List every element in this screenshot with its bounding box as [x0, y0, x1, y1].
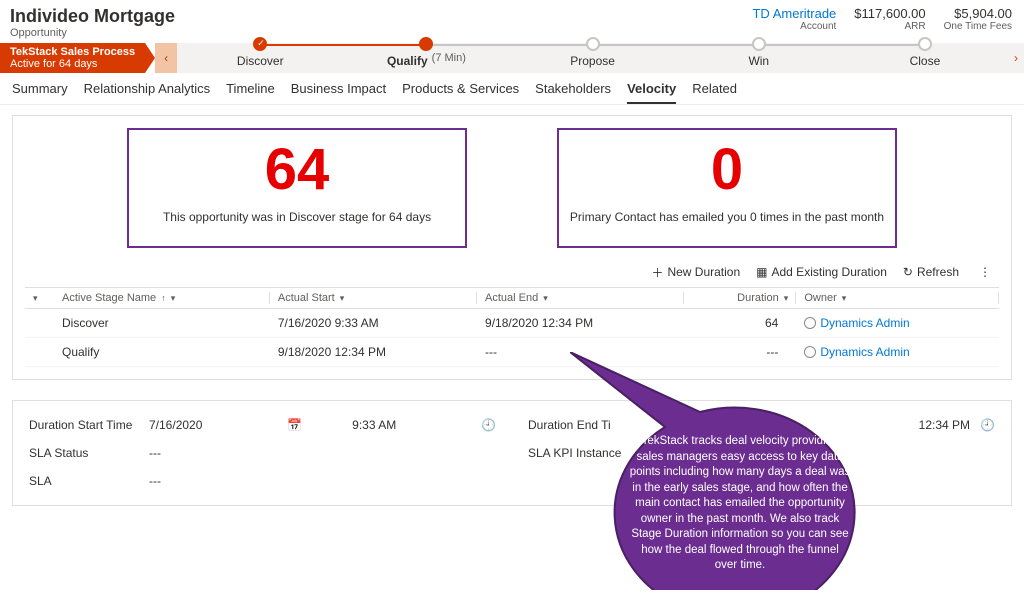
- cell-stage: Qualify: [54, 337, 270, 366]
- tab-content: 64 This opportunity was in Discover stag…: [0, 105, 1024, 516]
- chevron-down-icon: ▾: [33, 293, 38, 303]
- user-circle-icon: [804, 346, 816, 358]
- tab-business-impact[interactable]: Business Impact: [291, 81, 386, 104]
- grid-toolbar: ＋ New Duration ▦ Add Existing Duration ↻…: [25, 260, 999, 287]
- velocity-panel: 64 This opportunity was in Discover stag…: [12, 115, 1012, 380]
- col-owner[interactable]: Owner ▾: [796, 287, 999, 308]
- field-duration-end-time[interactable]: Duration End Ti 12:34 PM 🕘: [528, 411, 995, 439]
- tab-stakeholders[interactable]: Stakeholders: [535, 81, 611, 104]
- stage-propose[interactable]: Propose: [510, 43, 676, 73]
- col-select[interactable]: ▾: [25, 287, 54, 308]
- cell-end: 9/18/2020 12:34 PM: [477, 308, 684, 337]
- sort-asc-icon: ↑: [161, 293, 166, 303]
- link-icon: ▦: [756, 265, 767, 279]
- stage-discover[interactable]: Discover: [177, 43, 343, 73]
- kpi-onetime: $5,904.00 One Time Fees: [944, 6, 1012, 32]
- stage-dot-icon: [918, 37, 932, 51]
- field-sla-kpi-instance[interactable]: SLA KPI Instance: [528, 439, 995, 467]
- clock-icon[interactable]: 🕘: [481, 418, 496, 432]
- bpf-collapse-button[interactable]: ‹: [155, 43, 177, 73]
- chevron-down-icon: ▾: [171, 293, 176, 303]
- table-row[interactable]: Qualify 9/18/2020 12:34 PM --- --- Dynam…: [25, 337, 999, 366]
- tab-timeline[interactable]: Timeline: [226, 81, 275, 104]
- chevron-right-icon: ›: [1014, 51, 1018, 65]
- cell-duration: ---: [684, 337, 796, 366]
- stage-qualify[interactable]: Qualify (7 Min): [343, 43, 509, 73]
- form-col-right: Duration End Ti 12:34 PM 🕘 SLA KPI Insta…: [512, 401, 1011, 505]
- card-value: 64: [137, 138, 457, 202]
- chevron-down-icon: ▾: [784, 293, 789, 303]
- cell-end: ---: [477, 337, 684, 366]
- kpi-account[interactable]: TD Ameritrade Account: [752, 6, 836, 32]
- col-duration[interactable]: Duration ▾: [684, 287, 796, 308]
- refresh-button[interactable]: ↻ Refresh: [903, 265, 959, 279]
- tab-related[interactable]: Related: [692, 81, 737, 104]
- grid-more-button[interactable]: ⋮: [975, 265, 995, 279]
- bpf-stages: Discover Qualify (7 Min) Propose Win Clo…: [177, 43, 1008, 73]
- form-tabs: Summary Relationship Analytics Timeline …: [0, 73, 1024, 105]
- add-existing-duration-button[interactable]: ▦ Add Existing Duration: [756, 265, 887, 279]
- cell-owner[interactable]: Dynamics Admin: [796, 337, 999, 366]
- card-contact-emails: 0 Primary Contact has emailed you 0 time…: [557, 128, 897, 248]
- cell-start: 7/16/2020 9:33 AM: [270, 308, 477, 337]
- field-duration-start-time[interactable]: Duration Start Time 7/16/2020 📅 9:33 AM …: [29, 411, 496, 439]
- record-title: Individeo Mortgage: [10, 6, 175, 27]
- bpf-progress-line: [260, 44, 426, 46]
- more-vertical-icon: ⋮: [979, 265, 991, 279]
- bpf-next-button[interactable]: ›: [1008, 43, 1024, 73]
- col-actual-start[interactable]: Actual Start ▾: [270, 287, 477, 308]
- field-sla-status[interactable]: SLA Status ---: [29, 439, 496, 467]
- refresh-icon: ↻: [903, 265, 913, 279]
- duration-form: Duration Start Time 7/16/2020 📅 9:33 AM …: [12, 400, 1012, 506]
- plus-icon: ＋: [651, 264, 663, 281]
- col-actual-end[interactable]: Actual End ▾: [477, 287, 684, 308]
- form-col-left: Duration Start Time 7/16/2020 📅 9:33 AM …: [13, 401, 512, 505]
- chevron-down-icon: ▾: [543, 293, 548, 303]
- kpi-arr: $117,600.00 ARR: [854, 6, 925, 32]
- card-days-in-discover: 64 This opportunity was in Discover stag…: [127, 128, 467, 248]
- stage-close[interactable]: Close: [842, 43, 1008, 73]
- business-process-flow: TekStack Sales Process Active for 64 day…: [0, 43, 1024, 73]
- stage-dot-icon: [752, 37, 766, 51]
- card-caption: This opportunity was in Discover stage f…: [137, 210, 457, 224]
- chevron-down-icon: ▾: [340, 293, 345, 303]
- tab-summary[interactable]: Summary: [12, 81, 68, 104]
- cell-owner[interactable]: Dynamics Admin: [796, 308, 999, 337]
- new-duration-button[interactable]: ＋ New Duration: [651, 264, 740, 281]
- stage-dot-icon: [586, 37, 600, 51]
- calendar-icon[interactable]: 📅: [287, 418, 302, 432]
- stage-win[interactable]: Win: [676, 43, 842, 73]
- velocity-cards: 64 This opportunity was in Discover stag…: [25, 128, 999, 260]
- tab-velocity[interactable]: Velocity: [627, 81, 676, 104]
- card-value: 0: [567, 138, 887, 202]
- bpf-badge[interactable]: TekStack Sales Process Active for 64 day…: [0, 43, 145, 73]
- cell-duration: 64: [684, 308, 796, 337]
- card-caption: Primary Contact has emailed you 0 times …: [567, 210, 887, 224]
- cell-start: 9/18/2020 12:34 PM: [270, 337, 477, 366]
- header-title-block: Individeo Mortgage Opportunity: [10, 6, 175, 39]
- table-row[interactable]: Discover 7/16/2020 9:33 AM 9/18/2020 12:…: [25, 308, 999, 337]
- page-header: Individeo Mortgage Opportunity TD Amerit…: [0, 0, 1024, 43]
- chevron-down-icon: ▾: [842, 293, 847, 303]
- user-circle-icon: [804, 317, 816, 329]
- chevron-left-icon: ‹: [164, 51, 168, 65]
- header-kpis: TD Ameritrade Account $117,600.00 ARR $5…: [752, 6, 1012, 32]
- cell-stage: Discover: [54, 308, 270, 337]
- record-entity: Opportunity: [10, 27, 175, 39]
- col-active-stage-name[interactable]: Active Stage Name ↑ ▾: [54, 287, 270, 308]
- tab-products-services[interactable]: Products & Services: [402, 81, 519, 104]
- tab-relationship-analytics[interactable]: Relationship Analytics: [84, 81, 210, 104]
- duration-grid: ▾ Active Stage Name ↑ ▾ Actual Start ▾ A…: [25, 287, 999, 367]
- clock-icon[interactable]: 🕘: [980, 418, 995, 432]
- field-sla[interactable]: SLA ---: [29, 467, 496, 495]
